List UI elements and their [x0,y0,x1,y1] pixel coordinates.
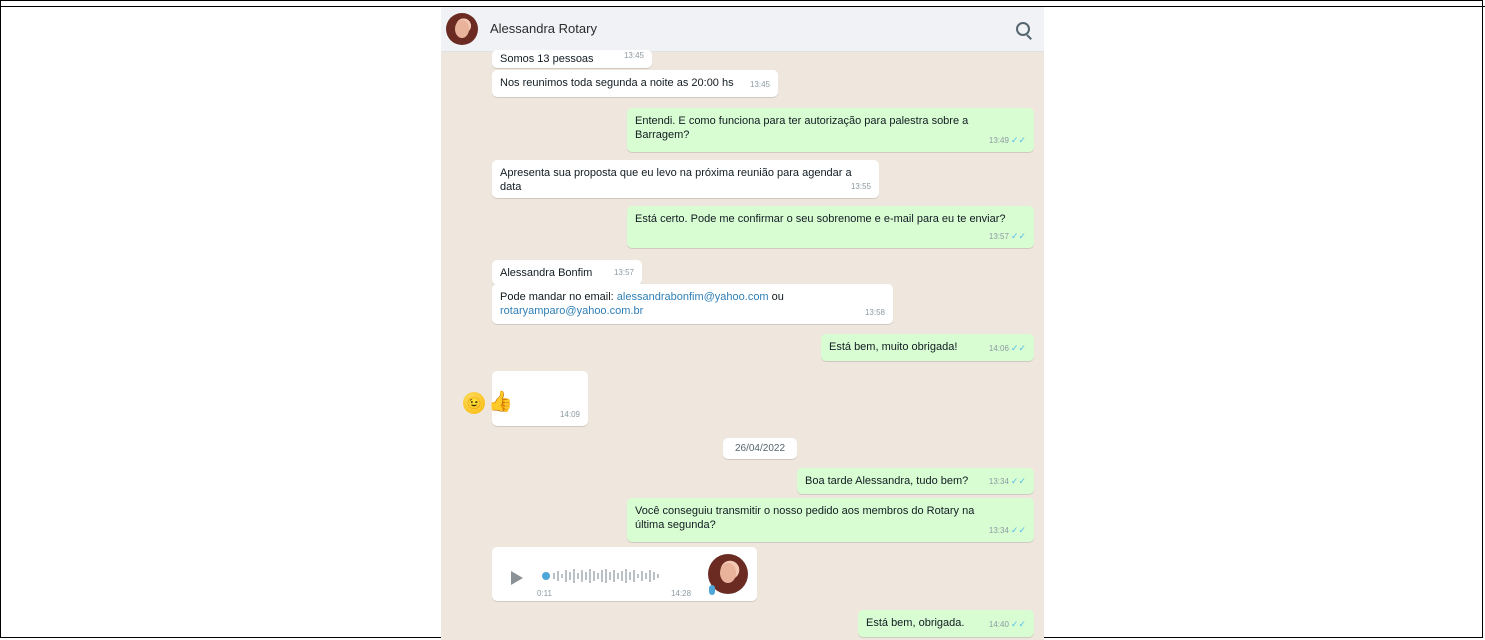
message-time: 13:58 [864,308,885,317]
audio-waveform[interactable] [541,567,686,585]
message-outgoing[interactable]: Está certo. Pode me confirmar o seu sobr… [627,206,1034,248]
message-text: Pode mandar no email: alessandrabonfim@y… [500,291,784,303]
search-icon[interactable] [1016,22,1030,36]
contact-name[interactable]: Alessandra Rotary [490,21,597,36]
email-link[interactable]: rotaryamparo@yahoo.com.br [500,304,885,318]
read-check-icon: ✓✓ [1010,476,1026,486]
voice-time: 14:28 [671,589,692,598]
message-time: 14:06 ✓✓ [988,343,1026,353]
winking-face-icon: 😉 [463,392,485,414]
message-time: 13:57 ✓✓ [988,231,1026,241]
message-outgoing[interactable]: Boa tarde Alessandra, tudo bem? 13:34 ✓✓ [797,468,1034,494]
read-check-icon: ✓✓ [1010,619,1026,629]
contact-avatar[interactable] [446,13,478,45]
message-incoming[interactable]: Apresenta sua proposta que eu levo na pr… [492,160,879,198]
message-outgoing[interactable]: Está bem, muito obrigada! 14:06 ✓✓ [821,334,1034,361]
message-incoming[interactable]: Pode mandar no email: alessandrabonfim@y… [492,284,893,324]
message-text: Está certo. Pode me confirmar o seu sobr… [635,213,1006,225]
message-time: 13:55 [850,182,871,191]
message-time: 13:45 [623,51,644,60]
chat-window: Alessandra Rotary Somos 13 pessoas 13:45… [441,7,1044,640]
message-time: 13:34 ✓✓ [988,476,1026,486]
message-incoming[interactable]: Alessandra Bonfim 13:57 [492,260,642,285]
thumbs-up-icon: 👍 [488,391,513,413]
play-icon[interactable] [511,571,523,585]
message-time: 13:34 ✓✓ [988,525,1026,535]
voice-duration: 0:11 [537,589,552,598]
message-time: 13:57 [613,268,634,277]
message-text: Nos reunimos toda segunda a noite as 20:… [500,77,734,89]
message-time: 13:49 ✓✓ [988,135,1026,145]
message-outgoing[interactable]: Você conseguiu transmitir o nosso pedido… [627,498,1034,542]
read-check-icon: ✓✓ [1010,231,1026,241]
date-separator: 26/04/2022 [723,438,797,459]
message-time: 13:45 [749,80,770,89]
chat-header[interactable]: Alessandra Rotary [441,7,1044,52]
audio-progress-handle[interactable] [542,572,550,580]
read-check-icon: ✓✓ [1010,525,1026,535]
message-outgoing[interactable]: Entendi. E como funciona para ter autori… [627,108,1034,152]
message-text: Você conseguiu transmitir o nosso pedido… [635,505,975,531]
message-outgoing[interactable]: Está bem, obrigada. 14:40 ✓✓ [858,610,1034,637]
message-incoming[interactable]: Nos reunimos toda segunda a noite as 20:… [492,70,778,97]
message-time: 14:09 [559,410,580,419]
message-time: 14:40 ✓✓ [988,619,1026,629]
message-text: Apresenta sua proposta que eu levo na pr… [500,167,852,193]
message-text: Entendi. E como funciona para ter autori… [635,115,969,141]
read-check-icon: ✓✓ [1010,343,1026,353]
message-text: Somos 13 pessoas [500,53,594,65]
microphone-icon [709,585,715,595]
email-link[interactable]: alessandrabonfim@yahoo.com [617,291,769,303]
message-incoming[interactable]: Somos 13 pessoas 13:45 [492,50,652,68]
read-check-icon: ✓✓ [1010,135,1026,145]
